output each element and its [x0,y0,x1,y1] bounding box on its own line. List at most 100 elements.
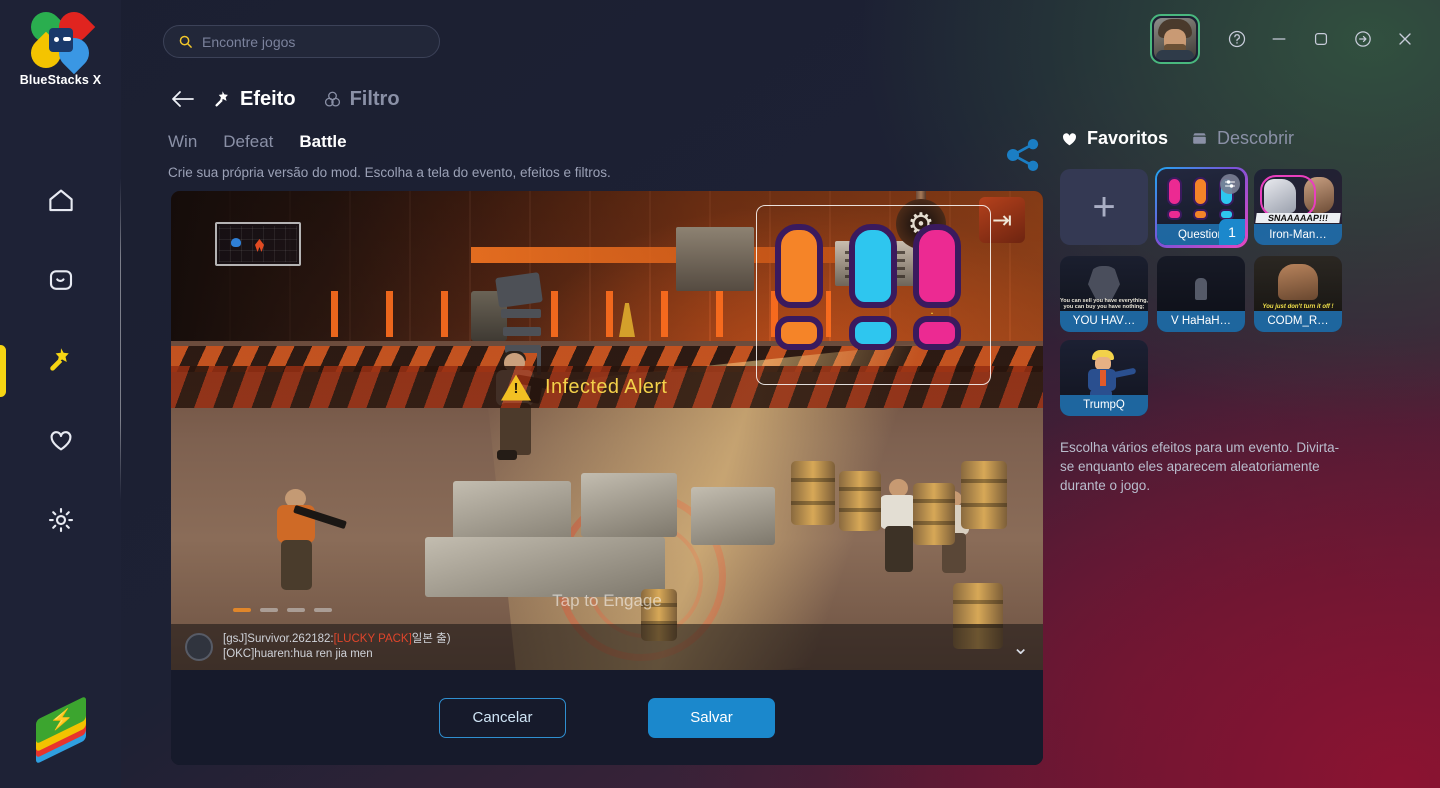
tab-battle[interactable]: Battle [299,132,346,152]
help-circle-icon [1228,30,1246,48]
mode-efeito[interactable]: Efeito [212,88,296,111]
scene-barrel-4 [961,461,1007,529]
grid-cell: TrumpQ [1060,339,1157,416]
grid-cell: You can sell you have everything, you ca… [1060,255,1157,332]
plus-icon: + [1092,185,1116,229]
preview-pagination[interactable] [233,608,332,612]
exclamation-magenta [909,224,971,354]
share-button[interactable] [1003,135,1043,175]
sidebar-item-my-games[interactable] [0,240,121,320]
heart-filled-icon [1062,132,1077,145]
effect-tile-question[interactable]: Question 1 [1157,169,1245,245]
tab-win[interactable]: Win [168,132,197,152]
logout-button[interactable] [1342,18,1384,60]
page-subtitle: Crie sua própria versão do mod. Escolha … [168,165,611,180]
bluestacks-stack-icon: ⚡ [32,695,90,765]
bluestacks-petals-logo [24,5,95,75]
magic-wand-icon [49,348,69,371]
filter-circles-icon [324,91,340,107]
chat-line1-prefix: [gsJ]Survivor.262182: [223,633,334,645]
brand: BlueStacks X [0,5,121,87]
minimap-player [231,238,241,247]
home-icon [48,189,73,212]
active-indicator [0,345,6,397]
chevron-down-icon[interactable]: ⌄ [1012,635,1029,660]
effect-settings-button[interactable] [1220,174,1240,194]
gear-icon [48,507,73,533]
maximize-button[interactable] [1300,18,1342,60]
scene-barrel-1 [791,461,835,525]
scene-locker [676,227,754,291]
effect-selection-box[interactable] [756,205,991,385]
back-button[interactable] [168,84,198,114]
chat-line1-suffix: 일본 출) [411,633,451,645]
content-header: Efeito Filtro [168,84,426,114]
grid-cell: You just don't turn it off ! CODM_R… [1254,255,1351,332]
share-icon [1007,139,1039,171]
effect-tile-ironman[interactable]: SNAAAAAP!!! Iron-Man… [1254,169,1342,245]
grid-cell: + [1060,169,1157,248]
selected-tile-border: Question 1 [1154,166,1248,248]
sidebar-item-favorites[interactable] [0,400,121,480]
help-button[interactable] [1216,18,1258,60]
action-bar: Cancelar Salvar [171,670,1043,765]
warning-triangle-icon [501,374,531,401]
effect-count-badge: 1 [1219,219,1245,245]
effect-tile-label: TrumpQ [1060,394,1148,416]
search-bar[interactable] [163,25,440,58]
game-box-icon [49,270,72,290]
event-tabs: Win Defeat Battle [168,132,347,152]
tab-defeat[interactable]: Defeat [223,132,273,152]
alert-text: Infected Alert [545,375,668,398]
game-scene[interactable]: Infected Alert Tap to Engage ⚙ ⇥ [171,191,1043,670]
effect-tile-label: V HaHaH… [1157,310,1245,332]
avatar[interactable] [1150,14,1200,64]
minimize-button[interactable] [1258,18,1300,60]
ally-character-1 [267,489,347,599]
exclamation-cyan [845,224,907,354]
search-input[interactable] [202,33,425,50]
chat-avatar [185,633,213,661]
grid-cell: V HaHaH… [1157,255,1254,332]
close-button[interactable] [1384,18,1426,60]
close-icon [1399,33,1411,45]
scene-barrel-3 [913,483,955,545]
effect-art-caption: SNAAAAAP!!! [1255,213,1341,223]
maximize-icon [1314,32,1328,46]
save-button[interactable]: Salvar [648,697,775,738]
effect-tile-trumpq[interactable]: TrumpQ [1060,339,1148,416]
bluestacks-window: BlueStacks X ⚡ Encontre jogos Efeito Fil… [0,0,1440,788]
scene-crate-4 [425,537,665,597]
effect-tile-codm[interactable]: You just don't turn it off ! CODM_R… [1254,255,1342,332]
window-controls [1150,14,1426,64]
logout-arrow-icon [1355,31,1371,47]
back-arrow-icon [172,91,194,107]
chat-messages: [gsJ]Survivor.262182:[LUCKY PACK]일본 출) [… [223,632,451,662]
mode-filtro[interactable]: Filtro [322,88,400,111]
game-chat-overlay: [gsJ]Survivor.262182:[LUCKY PACK]일본 출) [… [171,608,1043,670]
tab-descobrir[interactable]: Descobrir [1190,128,1294,149]
effect-tile-label: CODM_R… [1254,310,1342,332]
add-effect-tile[interactable]: + [1060,169,1148,245]
scene-crate-3 [691,487,775,545]
effect-art-caption: You can sell you have everything, you ca… [1060,297,1148,310]
sidebar-item-effects[interactable] [0,320,121,400]
exclamation-orange [771,224,833,354]
right-panel: Favoritos Descobrir + Question 1 SNAAAAA… [1060,128,1420,495]
tab-favoritos[interactable]: Favoritos [1060,128,1168,149]
sidebar-app-icon[interactable]: ⚡ [0,695,121,765]
sidebar-item-settings[interactable] [0,480,121,560]
sidebar-item-home[interactable] [0,160,121,240]
scene-crate-2 [581,473,677,537]
effect-tile-v-hahah[interactable]: V HaHaH… [1157,255,1245,332]
rail-divider [120,178,121,500]
chat-line1-highlight: [LUCKY PACK] [333,633,412,645]
search-icon [179,35,192,48]
user-avatar [1154,18,1196,60]
scene-barrel-2 [839,471,881,531]
effect-art-caption: You just don't turn it off ! [1262,303,1334,310]
sliders-icon [1225,180,1235,188]
effect-tile-you-have[interactable]: You can sell you have everything, you ca… [1060,255,1148,332]
right-panel-help-text: Escolha vários efeitos para um evento. D… [1060,439,1340,493]
cancel-button[interactable]: Cancelar [439,697,566,738]
